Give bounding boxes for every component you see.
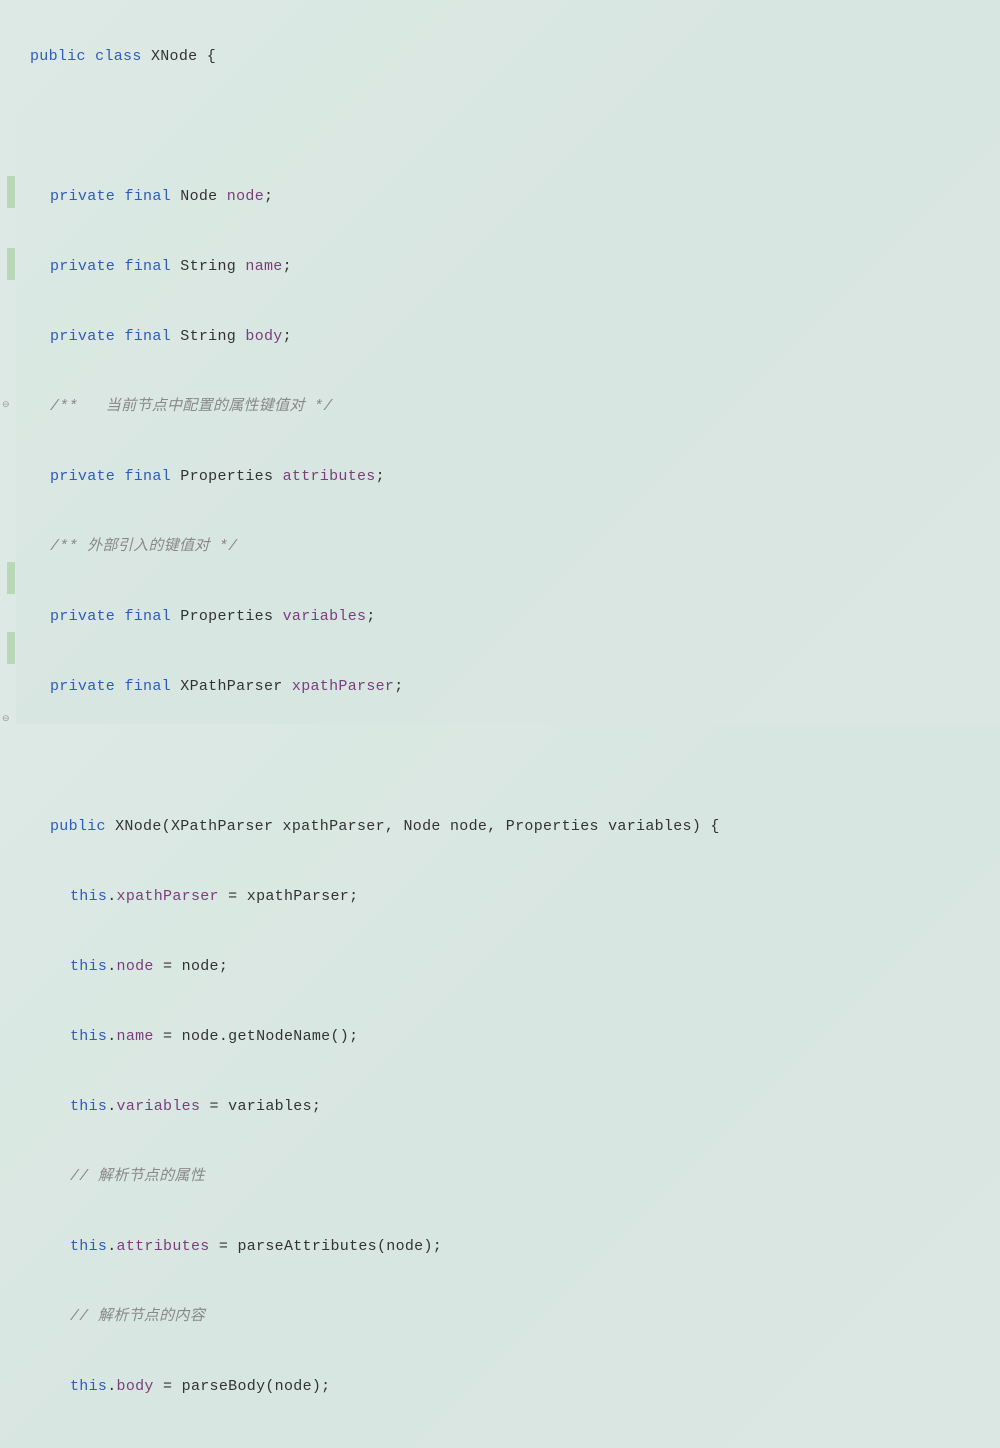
fold-icon[interactable]: ⊖ <box>2 388 10 423</box>
code-line[interactable] <box>30 739 1000 774</box>
semicolon: ; <box>366 608 375 625</box>
change-marker <box>7 248 15 280</box>
dot: . <box>107 1028 116 1045</box>
field: attributes <box>117 1238 210 1255</box>
keyword: this <box>70 888 107 905</box>
comment: // 解析节点的属性 <box>70 1168 205 1185</box>
type: String <box>180 328 236 345</box>
code-line[interactable] <box>30 109 1000 144</box>
rest: = xpathParser; <box>219 888 359 905</box>
constructor: XNode <box>115 818 162 835</box>
change-marker <box>7 176 15 208</box>
semicolon: ; <box>283 258 292 275</box>
keyword: private <box>50 468 115 485</box>
code-line[interactable]: // 解析节点的内容 <box>30 1299 1000 1334</box>
rest: = parseBody(node); <box>154 1378 331 1395</box>
field: body <box>245 328 282 345</box>
comment: /** 当前节点中配置的属性键值对 */ <box>50 398 333 415</box>
field: name <box>117 1028 154 1045</box>
code-line[interactable]: this.body = parseBody(node); <box>30 1369 1000 1404</box>
semicolon: ; <box>376 468 385 485</box>
keyword: this <box>70 958 107 975</box>
type: String <box>180 258 236 275</box>
rest: = variables; <box>200 1098 321 1115</box>
keyword: this <box>70 1378 107 1395</box>
type: Node <box>180 188 217 205</box>
field: attributes <box>283 468 376 485</box>
code-line[interactable]: private final String name; <box>30 249 1000 284</box>
keyword: final <box>124 678 171 695</box>
keyword: final <box>124 328 171 345</box>
code-line[interactable]: private final Properties attributes; <box>30 459 1000 494</box>
keyword: final <box>124 468 171 485</box>
keyword: private <box>50 188 115 205</box>
keyword: private <box>50 678 115 695</box>
field: node <box>227 188 264 205</box>
code-line[interactable]: private final Node node; <box>30 179 1000 214</box>
keyword: private <box>50 328 115 345</box>
keyword: public <box>50 818 106 835</box>
comment: // 解析节点的内容 <box>70 1308 205 1325</box>
semicolon: ; <box>283 328 292 345</box>
dot: . <box>107 1238 116 1255</box>
type: XPathParser <box>180 678 282 695</box>
keyword: final <box>124 258 171 275</box>
keyword: final <box>124 188 171 205</box>
type: Properties <box>180 608 273 625</box>
code-line[interactable]: public class XNode { <box>30 39 1000 74</box>
field: body <box>117 1378 154 1395</box>
code-line[interactable]: this.attributes = parseAttributes(node); <box>30 1229 1000 1264</box>
dot: . <box>107 1098 116 1115</box>
dot: . <box>107 958 116 975</box>
field: name <box>245 258 282 275</box>
semicolon: ; <box>264 188 273 205</box>
keyword: this <box>70 1028 107 1045</box>
code-editor[interactable]: public class XNode { private final Node … <box>0 0 1000 1448</box>
fold-icon[interactable]: ⊖ <box>2 702 10 737</box>
field: variables <box>117 1098 201 1115</box>
code-line[interactable]: this.name = node.getNodeName(); <box>30 1019 1000 1054</box>
keyword: class <box>95 48 142 65</box>
field: variables <box>283 608 367 625</box>
dot: . <box>107 1378 116 1395</box>
params: (XPathParser xpathParser, Node node, Pro… <box>162 818 720 835</box>
field: node <box>117 958 154 975</box>
code-line[interactable]: } <box>30 1439 1000 1448</box>
keyword: final <box>124 608 171 625</box>
keyword: this <box>70 1238 107 1255</box>
field: xpathParser <box>117 888 219 905</box>
code-line[interactable]: /** 当前节点中配置的属性键值对 */ <box>30 389 1000 424</box>
code-line[interactable]: public XNode(XPathParser xpathParser, No… <box>30 809 1000 844</box>
keyword: private <box>50 608 115 625</box>
keyword: private <box>50 258 115 275</box>
rest: = node; <box>154 958 228 975</box>
rest: = node.getNodeName(); <box>154 1028 359 1045</box>
code-line[interactable]: this.variables = variables; <box>30 1089 1000 1124</box>
change-marker <box>7 562 15 594</box>
keyword: public <box>30 48 86 65</box>
semicolon: ; <box>394 678 403 695</box>
code-line[interactable]: // 解析节点的属性 <box>30 1159 1000 1194</box>
class-name: XNode <box>151 48 198 65</box>
type: Properties <box>180 468 273 485</box>
code-line[interactable]: this.node = node; <box>30 949 1000 984</box>
code-line[interactable]: this.xpathParser = xpathParser; <box>30 879 1000 914</box>
keyword: this <box>70 1098 107 1115</box>
field: xpathParser <box>292 678 394 695</box>
change-marker <box>7 632 15 664</box>
dot: . <box>107 888 116 905</box>
code-line[interactable]: private final String body; <box>30 319 1000 354</box>
code-line[interactable]: private final XPathParser xpathParser; <box>30 669 1000 704</box>
brace: { <box>207 48 216 65</box>
rest: = parseAttributes(node); <box>210 1238 443 1255</box>
editor-gutter: ⊖ ⊖ <box>0 0 16 724</box>
code-line[interactable]: /** 外部引入的键值对 */ <box>30 529 1000 564</box>
comment: /** 外部引入的键值对 */ <box>50 538 238 555</box>
code-line[interactable]: private final Properties variables; <box>30 599 1000 634</box>
